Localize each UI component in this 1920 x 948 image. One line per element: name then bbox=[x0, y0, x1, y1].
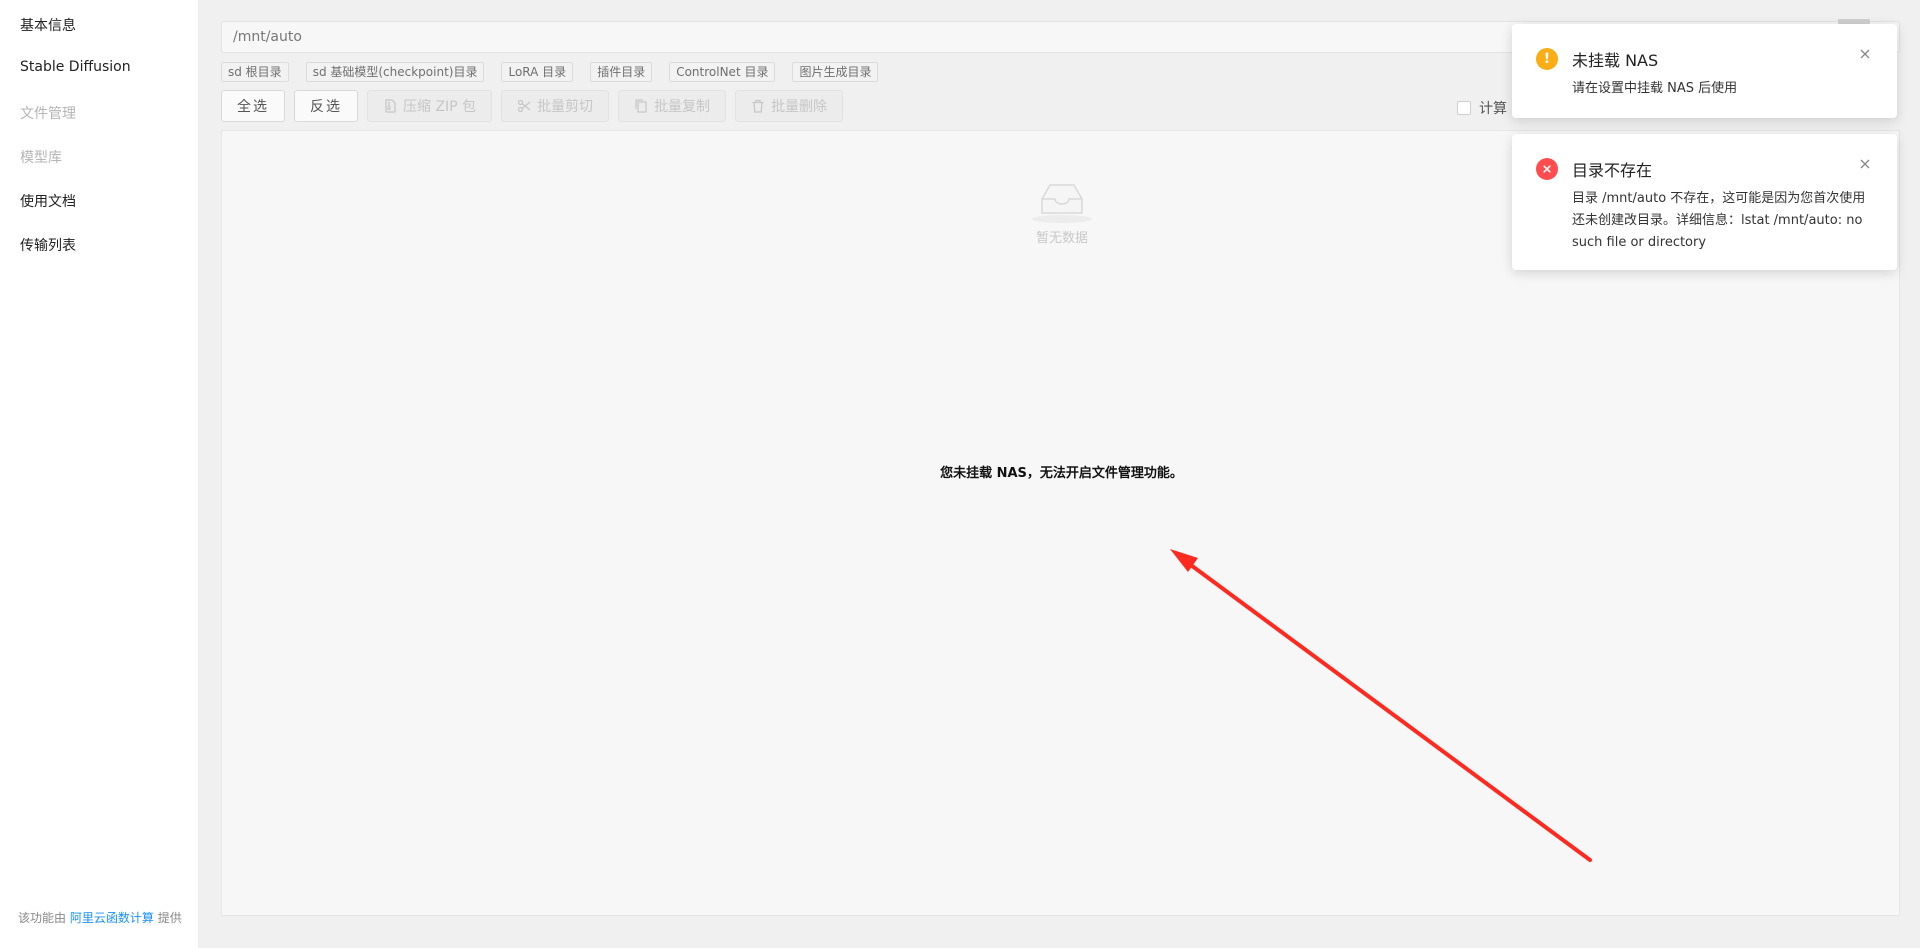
copy-icon bbox=[634, 99, 648, 113]
zip-button[interactable]: 压缩 ZIP 包 bbox=[367, 90, 493, 122]
calculate-size-option[interactable]: 计算 bbox=[1457, 98, 1507, 118]
toolbar: 全选 反选 压缩 ZIP 包 批量剪切 批量复制 批量删除 bbox=[221, 90, 844, 122]
batch-copy-label: 批量复制 bbox=[654, 99, 711, 115]
invert-selection-button[interactable]: 反选 bbox=[294, 90, 358, 122]
close-icon[interactable] bbox=[1857, 46, 1873, 62]
tag-outputs[interactable]: 图片生成目录 bbox=[792, 62, 879, 82]
notification-nas-not-mounted: ! 未挂载 NAS 请在设置中挂载 NAS 后使用 bbox=[1512, 24, 1897, 118]
sidebar-item-docs[interactable]: 使用文档 bbox=[20, 191, 76, 211]
sidebar-item-basic-info[interactable]: 基本信息 bbox=[20, 15, 76, 35]
notification-body: 目录 /mnt/auto 不存在，这可能是因为您首次使用还未创建改目录。详细信息… bbox=[1572, 191, 1866, 250]
batch-cut-label: 批量剪切 bbox=[537, 99, 594, 115]
close-icon[interactable] bbox=[1857, 156, 1873, 172]
select-all-button[interactable]: 全选 bbox=[221, 90, 285, 122]
calculate-size-label: 计算 bbox=[1479, 101, 1507, 117]
file-zip-icon bbox=[383, 99, 397, 113]
sidebar-item-transfer-list[interactable]: 传输列表 bbox=[20, 235, 76, 255]
batch-delete-button[interactable]: 批量删除 bbox=[735, 90, 844, 122]
sidebar: 基本信息 Stable Diffusion 文件管理 模型库 使用文档 传输列表… bbox=[0, 0, 199, 948]
footer-link[interactable]: 阿里云函数计算 bbox=[70, 911, 154, 925]
empty-text: 暂无数据 bbox=[1035, 231, 1088, 246]
notification-title: 目录不存在 bbox=[1572, 161, 1653, 180]
notification-title: 未挂载 NAS bbox=[1572, 51, 1659, 70]
sidebar-footer: 该功能由 阿里云函数计算 提供 bbox=[18, 909, 182, 926]
batch-copy-button[interactable]: 批量复制 bbox=[618, 90, 727, 122]
zip-label: 压缩 ZIP 包 bbox=[403, 99, 477, 115]
tag-controlnet[interactable]: ControlNet 目录 bbox=[669, 62, 776, 82]
tag-checkpoint[interactable]: sd 基础模型(checkpoint)目录 bbox=[305, 62, 485, 82]
batch-cut-button[interactable]: 批量剪切 bbox=[501, 90, 610, 122]
directory-tags: sd 根目录 sd 基础模型(checkpoint)目录 LoRA 目录 插件目… bbox=[221, 62, 879, 82]
select-all-label: 全选 bbox=[237, 99, 269, 115]
footer-prefix: 该功能由 bbox=[18, 911, 67, 925]
sidebar-item-file-manager: 文件管理 bbox=[20, 106, 76, 122]
footer-suffix: 提供 bbox=[157, 911, 182, 925]
sidebar-item-model-library: 模型库 bbox=[20, 150, 62, 166]
delete-icon bbox=[751, 99, 765, 113]
sidebar-item-stable-diffusion[interactable]: Stable Diffusion bbox=[20, 59, 131, 75]
exclamation-circle-icon: ! bbox=[1536, 48, 1558, 70]
close-circle-icon bbox=[1536, 158, 1558, 180]
nas-not-mounted-message: 您未挂载 NAS，无法开启文件管理功能。 bbox=[940, 466, 1183, 481]
calculate-size-checkbox[interactable] bbox=[1457, 101, 1471, 115]
empty-state: 暂无数据 bbox=[1027, 177, 1097, 246]
notification-body: 请在设置中挂载 NAS 后使用 bbox=[1572, 81, 1738, 96]
tag-sd-root[interactable]: sd 根目录 bbox=[221, 62, 289, 82]
scissor-icon bbox=[517, 99, 531, 113]
batch-delete-label: 批量删除 bbox=[771, 99, 828, 115]
tag-extensions[interactable]: 插件目录 bbox=[590, 62, 653, 82]
notification-directory-missing: 目录不存在 目录 /mnt/auto 不存在，这可能是因为您首次使用还未创建改目… bbox=[1512, 134, 1897, 270]
invert-selection-label: 反选 bbox=[310, 99, 342, 115]
inbox-icon bbox=[1030, 177, 1094, 225]
tag-lora[interactable]: LoRA 目录 bbox=[501, 62, 574, 82]
